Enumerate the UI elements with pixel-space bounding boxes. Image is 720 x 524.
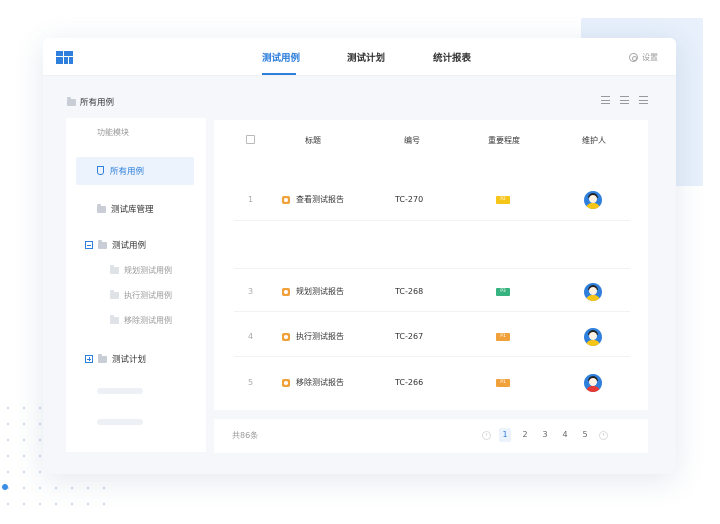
folder-icon	[98, 353, 107, 363]
avatar[interactable]	[584, 328, 602, 346]
app-window: 测试用例 测试计划 统计报表 设置 所有用例 功能模块 所有用例 测试库管理 测…	[43, 38, 676, 474]
breadcrumb-label: 所有用例	[80, 98, 115, 108]
case-id: TC-266	[395, 378, 424, 387]
avatar[interactable]	[584, 283, 602, 301]
test-case-table: 标题 编号 重要程度 维护人 1 查看测试报告 TC-270 P2 3 规划测试…	[214, 120, 648, 410]
sidebar-subitem-execute-cases[interactable]: 执行测试用例	[110, 290, 172, 301]
row-divider	[234, 220, 630, 221]
accent-dot	[2, 484, 8, 490]
sidebar-item-test-library[interactable]: 测试库管理	[97, 203, 154, 215]
breadcrumb: 所有用例	[67, 96, 114, 108]
priority-badge: P2	[496, 196, 510, 204]
tab-test-cases[interactable]: 测试用例	[262, 50, 300, 64]
test-case-icon	[282, 332, 290, 341]
page-button[interactable]: 5	[579, 428, 591, 442]
folder-icon	[97, 203, 106, 213]
toolbar	[601, 96, 648, 104]
test-case-icon	[282, 195, 290, 204]
row-divider	[234, 268, 630, 269]
table-row-title[interactable]: 执行测试报告	[282, 331, 344, 342]
active-tab-indicator	[262, 73, 296, 75]
sidebar-title: 功能模块	[97, 128, 129, 137]
avatar[interactable]	[584, 374, 602, 392]
case-id: TC-270	[395, 195, 424, 204]
page-button[interactable]: 1	[499, 428, 511, 442]
total-count: 共86条	[232, 431, 259, 440]
folder-icon	[67, 96, 76, 106]
column-header-owner: 维护人	[582, 136, 606, 145]
avatar[interactable]	[584, 191, 602, 209]
sidebar-item-label: 测试用例	[112, 241, 147, 251]
adjust-icon[interactable]	[601, 96, 610, 104]
test-case-icon	[282, 287, 290, 296]
pagination: ‹ 1 2 3 4 5 ›	[482, 428, 608, 442]
app-logo-icon[interactable]	[56, 51, 73, 64]
folder-icon	[110, 315, 119, 324]
select-all-checkbox[interactable]	[246, 135, 255, 144]
sidebar-item-label: 所有用例	[110, 167, 145, 177]
priority-badge: P1	[496, 379, 510, 387]
top-navigation: 测试用例 测试计划 统计报表 设置	[43, 38, 676, 76]
stage: 测试用例 测试计划 统计报表 设置 所有用例 功能模块 所有用例 测试库管理 测…	[0, 0, 720, 524]
next-page-button[interactable]: ›	[599, 430, 608, 440]
sidebar-item-test-plan[interactable]: 测试计划	[85, 353, 146, 365]
priority-badge: P3	[496, 288, 510, 296]
table-footer: 共86条 ‹ 1 2 3 4 5 ›	[214, 419, 648, 453]
case-title: 查看测试报告	[296, 195, 344, 204]
folder-icon	[110, 290, 119, 299]
placeholder-bar	[97, 419, 143, 425]
sidebar-item-label: 测试计划	[112, 355, 147, 365]
row-number: 5	[248, 378, 254, 387]
row-number: 3	[248, 287, 254, 296]
column-header-priority: 重要程度	[488, 136, 520, 145]
table-row-title[interactable]: 查看测试报告	[282, 194, 344, 205]
expand-icon[interactable]	[85, 355, 93, 363]
sidebar-item-label: 测试库管理	[111, 205, 154, 215]
case-title: 执行测试报告	[296, 332, 344, 341]
sidebar-item-label: 规划测试用例	[124, 266, 172, 275]
sidebar-item-test-cases[interactable]: 测试用例	[85, 239, 146, 251]
prev-page-button[interactable]: ‹	[482, 430, 491, 440]
sidebar-subitem-plan-cases[interactable]: 规划测试用例	[110, 265, 172, 276]
settings-label: 设置	[642, 53, 658, 62]
sidebar-item-label: 移除测试用例	[124, 316, 172, 325]
page-button[interactable]: 3	[539, 428, 551, 442]
tab-test-plan[interactable]: 测试计划	[347, 50, 385, 64]
sidebar-item-label: 执行测试用例	[124, 291, 172, 300]
case-title: 规划测试报告	[296, 287, 344, 296]
sidebar-subitem-remove-cases[interactable]: 移除测试用例	[110, 315, 172, 326]
column-header-id: 编号	[404, 136, 420, 145]
folder-icon	[98, 239, 107, 249]
placeholder-bar	[97, 388, 143, 394]
row-divider	[234, 356, 630, 357]
gear-icon	[629, 53, 638, 62]
page-button[interactable]: 2	[519, 428, 531, 442]
row-divider	[234, 311, 630, 312]
column-header-title: 标题	[305, 136, 321, 145]
sidebar-item-all-cases[interactable]: 所有用例	[76, 157, 194, 185]
priority-badge: P1	[496, 333, 510, 341]
module-sidebar: 功能模块 所有用例 测试库管理 测试用例 规划测试用例 执行测试用例 移除测试用…	[66, 118, 206, 452]
filter-icon[interactable]	[639, 96, 648, 104]
folder-icon	[110, 265, 119, 274]
case-id: TC-267	[395, 332, 424, 341]
table-row-title[interactable]: 移除测试报告	[282, 377, 344, 388]
page-button[interactable]: 4	[559, 428, 571, 442]
settings-button[interactable]: 设置	[629, 52, 658, 63]
flask-icon	[97, 166, 104, 175]
table-row-title[interactable]: 规划测试报告	[282, 286, 344, 297]
tab-reports[interactable]: 统计报表	[433, 50, 471, 64]
sort-icon[interactable]	[620, 96, 629, 104]
row-number: 1	[248, 195, 254, 204]
case-id: TC-268	[395, 287, 424, 296]
collapse-icon[interactable]	[85, 241, 93, 249]
test-case-icon	[282, 378, 290, 387]
row-number: 4	[248, 332, 254, 341]
case-title: 移除测试报告	[296, 378, 344, 387]
